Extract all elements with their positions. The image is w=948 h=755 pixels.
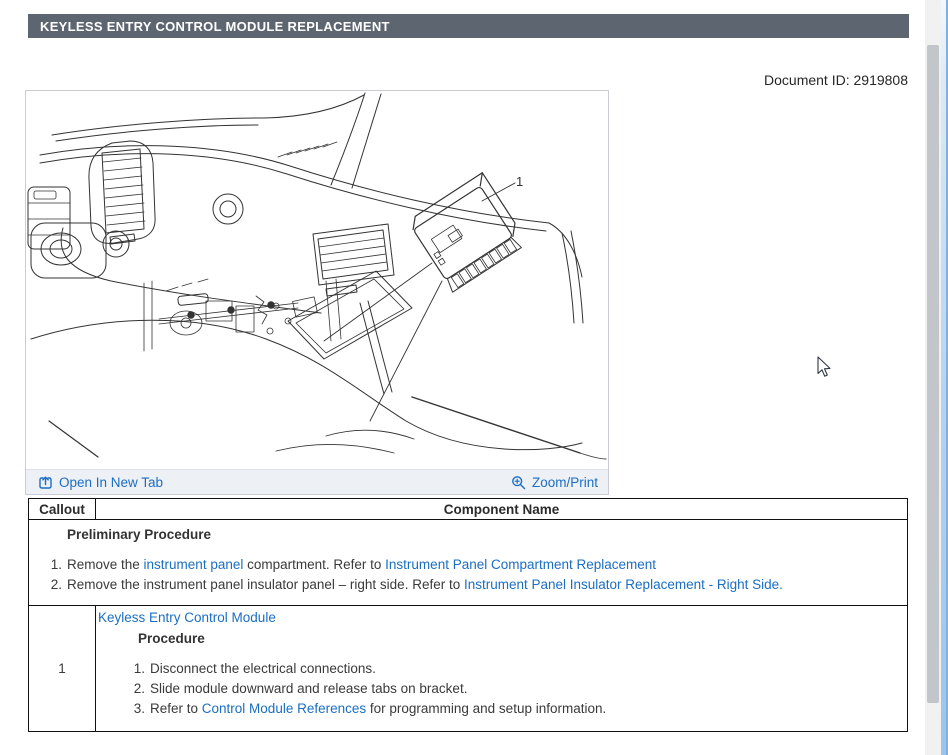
zoom-print-link[interactable]: Zoom/Print [511, 475, 598, 490]
step-text-segment: compartment. Refer to [243, 557, 385, 572]
preliminary-steps-list: 1.Remove the instrument panel compartmen… [45, 555, 897, 595]
scrollbar-thumb[interactable] [927, 45, 939, 703]
figure-callout-label: 1 [516, 174, 523, 189]
component-name-column-header: Component Name [96, 499, 908, 520]
component-name-cell: Keyless Entry Control Module Procedure 1… [96, 606, 908, 732]
open-in-new-tab-label: Open In New Tab [59, 475, 163, 490]
window-edge [941, 0, 948, 755]
preliminary-procedure-title: Preliminary Procedure [67, 527, 897, 542]
inline-reference-link[interactable]: instrument panel [144, 557, 244, 572]
callout-cell: 1 [29, 606, 96, 732]
document-id: Document ID: 2919808 [608, 72, 908, 88]
step-text: Remove the instrument panel compartment.… [67, 555, 656, 575]
scrollbar[interactable] [925, 0, 941, 755]
step-text: Disconnect the electrical connections. [150, 659, 376, 679]
table-header-row: Callout Component Name [29, 499, 908, 520]
step-number: 2. [45, 575, 62, 595]
procedure-title: Procedure [138, 631, 899, 646]
procedure-step: 2. Slide module downward and release tabs… [128, 679, 899, 699]
procedure-step: 1.Remove the instrument panel compartmen… [45, 555, 897, 575]
open-in-new-tab-link[interactable]: Open In New Tab [38, 475, 163, 490]
component-table: Callout Component Name Preliminary Proce… [28, 498, 908, 732]
inline-reference-link[interactable]: Instrument Panel Compartment Replacement [385, 557, 656, 572]
figure-toolbar: Open In New Tab Zoom/Print [26, 469, 608, 494]
page-title: KEYLESS ENTRY CONTROL MODULE REPLACEMENT [40, 19, 390, 34]
step-text-segment: for programming and setup information. [366, 701, 606, 716]
step-text-segment: Remove the instrument panel insulator pa… [67, 577, 464, 592]
step-text-segment: Slide module downward and release tabs o… [150, 681, 467, 696]
procedure-step: 3.Refer to Control Module References for… [128, 699, 899, 719]
step-number: 1. [128, 659, 145, 679]
mouse-cursor [817, 356, 832, 378]
step-text: Refer to Control Module References for p… [150, 699, 606, 719]
figure-panel: 1 Open In New Tab [25, 90, 609, 495]
step-text-segment: Refer to [150, 701, 202, 716]
step-text-segment: Remove the [67, 557, 144, 572]
step-text: Slide module downward and release tabs o… [150, 679, 467, 699]
step-text: Remove the instrument panel insulator pa… [67, 575, 783, 595]
inline-reference-link[interactable]: Control Module References [202, 701, 366, 716]
callout-column-header: Callout [29, 499, 96, 520]
component-row: 1 Keyless Entry Control Module Procedure… [29, 606, 908, 732]
step-number: 2. [128, 679, 145, 699]
procedure-step: 2. Remove the instrument panel insulator … [45, 575, 897, 595]
step-text-segment: Disconnect the electrical connections. [150, 661, 376, 676]
keyless-module-drawing [407, 173, 528, 292]
figure-illustration: 1 [26, 91, 608, 469]
instrument-panel-drawing: 1 [26, 91, 608, 469]
zoom-icon [511, 475, 526, 490]
step-number: 3. [128, 699, 145, 719]
title-bar: KEYLESS ENTRY CONTROL MODULE REPLACEMENT [28, 14, 909, 38]
page: KEYLESS ENTRY CONTROL MODULE REPLACEMENT… [0, 0, 948, 755]
zoom-print-label: Zoom/Print [532, 475, 598, 490]
procedure-steps-list: 1. Disconnect the electrical connections.… [128, 659, 899, 719]
step-number: 1. [45, 555, 62, 575]
component-name-link[interactable]: Keyless Entry Control Module [98, 609, 276, 627]
inline-reference-link[interactable]: Instrument Panel Insulator Replacement -… [464, 577, 783, 592]
procedure-step: 1. Disconnect the electrical connections. [128, 659, 899, 679]
open-in-new-tab-icon [38, 475, 53, 490]
preliminary-procedure-row: Preliminary Procedure 1.Remove the instr… [29, 520, 908, 606]
